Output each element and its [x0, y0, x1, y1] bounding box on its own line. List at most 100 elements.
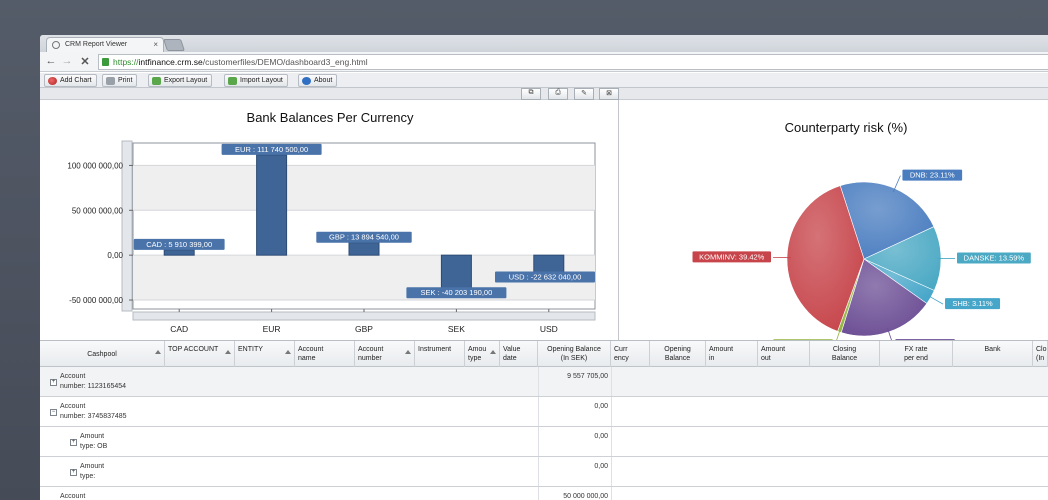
grid-header: Cashpool TOP ACCOUNT ENTITY Account name Acc… — [40, 341, 1048, 367]
column-header-label: Account name — [298, 346, 324, 362]
column-header[interactable]: Amount out — [758, 341, 810, 367]
tab-close-icon[interactable]: × — [153, 40, 158, 49]
bar-chart-title: Bank Balances Per Currency — [247, 110, 414, 125]
bar-chart-panel: Bank Balances Per Currency 100 000 000,0… — [40, 100, 619, 340]
data-grid: Cashpool TOP ACCOUNT ENTITY Account name Acc… — [40, 340, 1048, 500]
column-divider — [611, 367, 612, 396]
column-header[interactable]: Opening Balance — [650, 341, 706, 367]
export-layout-button[interactable]: Export Layout — [148, 74, 213, 87]
column-header[interactable]: Opening Balance (In SEK) — [538, 341, 611, 367]
column-header-label: Cashpool — [87, 351, 117, 358]
column-header[interactable]: Account number — [355, 341, 415, 367]
bar-cad — [163, 249, 195, 256]
app-toolbar: Add Chart Print Export Layout Import Lay… — [40, 73, 1048, 88]
lock-icon — [102, 58, 109, 66]
sort-arrow-icon[interactable] — [225, 350, 231, 354]
y-tick-label: 100 000 000,00 — [67, 161, 123, 170]
column-header[interactable]: Cashpool — [40, 341, 165, 367]
column-header-label: Closing Balance — [831, 346, 858, 362]
expand-icon[interactable]: + — [50, 379, 57, 386]
column-header-label: Bank — [984, 346, 1001, 353]
table-row[interactable]: + Account number: 1123165454 9 557 705,00 — [40, 367, 1048, 397]
column-header-label: Instrument — [418, 346, 452, 353]
sort-arrow-icon[interactable] — [155, 350, 161, 354]
column-header-label: Value date — [503, 346, 521, 362]
table-row[interactable]: Account 50 000 000,00 — [40, 487, 1048, 500]
column-header[interactable]: Bank — [953, 341, 1033, 367]
expand-icon[interactable]: + — [70, 469, 77, 476]
add-chart-label: Add Chart — [60, 77, 92, 84]
address-bar[interactable]: https://intfinance.crm.se/customerfiles/… — [98, 54, 1048, 70]
column-header[interactable]: Curr ency — [611, 341, 650, 367]
opening-balance-sek-cell: 0,00 — [594, 433, 608, 440]
new-tab-button[interactable] — [163, 39, 185, 51]
column-header[interactable]: TOP ACCOUNT — [165, 341, 235, 367]
column-header[interactable]: FX rate per end — [880, 341, 953, 367]
bar-sek — [440, 254, 472, 292]
sort-arrow-icon[interactable] — [285, 350, 291, 354]
column-header[interactable]: Account name — [295, 341, 355, 367]
column-header-label: Account number — [358, 346, 384, 362]
about-button[interactable]: About — [298, 74, 338, 87]
grid-band — [133, 165, 595, 211]
back-icon[interactable]: ← — [44, 55, 58, 67]
print-small-icon[interactable]: ⎙ — [548, 88, 568, 100]
opening-balance-sek-cell: 0,00 — [594, 403, 608, 410]
table-row[interactable]: + Amount type: OB 0,00 — [40, 427, 1048, 457]
column-header[interactable]: Amou type — [465, 341, 500, 367]
data-label: SEK : -40 203 190,00 — [421, 288, 493, 297]
column-header[interactable]: Instrument — [415, 341, 465, 367]
collapse-icon[interactable]: − — [50, 409, 57, 416]
opening-balance-sek-cell: 50 000 000,00 — [563, 493, 608, 500]
url-scheme: https:// — [113, 57, 139, 67]
column-header-label: FX rate per end — [904, 346, 928, 362]
import-layout-label: Import Layout — [240, 77, 283, 84]
column-header-label: ENTITY — [238, 346, 263, 353]
close-panel-icon[interactable]: ⊠ — [599, 88, 619, 100]
column-divider — [611, 397, 612, 426]
table-row[interactable]: + Amount type: 0,00 — [40, 457, 1048, 487]
print-button[interactable]: Print — [102, 74, 138, 87]
pie-chart-title: Counterparty risk (%) — [785, 120, 908, 135]
info-icon — [302, 77, 311, 85]
opening-balance-sek-cell: 9 557 705,00 — [567, 373, 608, 380]
about-label: About — [314, 77, 333, 84]
x-scrollbar — [132, 311, 596, 321]
sort-arrow-icon[interactable] — [405, 350, 411, 354]
bar-chart: Bank Balances Per Currency 100 000 000,0… — [67, 110, 596, 334]
column-header[interactable]: Value date — [500, 341, 538, 367]
group-label: Amount type: OB — [80, 433, 108, 450]
column-header[interactable]: ENTITY — [235, 341, 295, 367]
bar-gbp — [348, 242, 380, 256]
x-tick-label: SEK — [448, 324, 465, 334]
stop-icon[interactable]: ✕ — [78, 55, 92, 68]
import-arrow-icon — [228, 77, 237, 85]
add-chart-button[interactable]: Add Chart — [44, 74, 97, 87]
edit-icon[interactable]: ✎ — [574, 88, 594, 100]
slice-label: DANSKE: 13.59% — [964, 253, 1025, 262]
x-tick-label: USD — [540, 324, 558, 334]
chart-tools-strip: ⧉ ⎙ ✎ ⊠ — [40, 88, 1048, 100]
expand-icon[interactable]: + — [70, 439, 77, 446]
group-label: Account number: 1123165454 — [60, 373, 127, 390]
copy-icon[interactable]: ⧉ — [521, 88, 541, 100]
y-tick-label: -50 000 000,00 — [69, 296, 123, 305]
column-divider — [611, 457, 612, 486]
tab-crm-report-viewer[interactable]: CRM Report Viewer × — [46, 37, 164, 52]
slice-label: KOMMINV: 39.42% — [699, 252, 764, 261]
column-header[interactable]: Amount in — [706, 341, 758, 367]
column-divider — [611, 427, 612, 456]
table-row[interactable]: − Account number: 3745837485 0,00 — [40, 397, 1048, 427]
data-label: GBP : 13 894 540,00 — [329, 233, 399, 242]
x-tick-label: EUR — [263, 324, 281, 334]
import-layout-button[interactable]: Import Layout — [224, 74, 288, 87]
tab-title: CRM Report Viewer — [65, 41, 128, 48]
sort-arrow-icon[interactable] — [490, 350, 496, 354]
column-header[interactable]: Clo (In — [1033, 341, 1048, 367]
forward-icon[interactable]: → — [60, 55, 74, 67]
column-header-label: Opening Balance — [664, 346, 691, 362]
column-header-label: Opening Balance (In SEK) — [547, 346, 601, 362]
column-header[interactable]: Closing Balance — [810, 341, 880, 367]
chart-icon — [48, 77, 57, 85]
column-header-label: Amount in — [709, 346, 734, 362]
